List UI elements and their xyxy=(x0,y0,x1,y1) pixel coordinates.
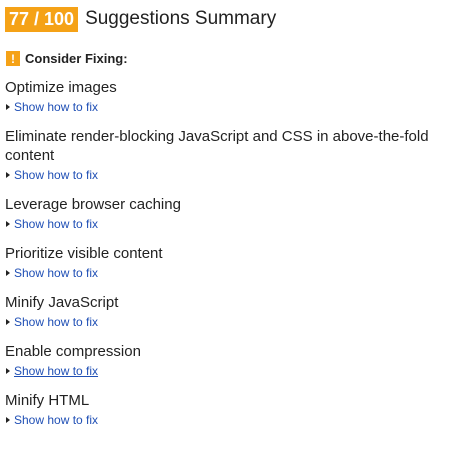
rules-list: Optimize images Show how to fix Eliminat… xyxy=(5,78,460,440)
rule-title: Minify HTML xyxy=(5,392,90,409)
rule-title: Enable compression xyxy=(5,343,141,360)
rule-title: Leverage browser caching xyxy=(5,196,181,213)
expand-triangle-icon xyxy=(6,104,10,110)
consider-fixing-heading: ! Consider Fixing: xyxy=(6,51,128,66)
link-label: Show how to fix xyxy=(14,100,99,114)
link-label: Show how to fix xyxy=(14,168,99,182)
rule-item: Eliminate render-blocking JavaScript and… xyxy=(5,127,460,183)
show-how-to-fix-link[interactable]: Show how to fix xyxy=(5,99,460,115)
expand-triangle-icon xyxy=(6,270,10,276)
score-badge: 77 / 100 xyxy=(5,6,79,32)
rule-item: Optimize images Show how to fix xyxy=(5,78,460,115)
rule-title: Eliminate render-blocking JavaScript and… xyxy=(5,128,429,164)
rule-item: Prioritize visible content Show how to f… xyxy=(5,244,460,281)
rule-item: Leverage browser caching Show how to fix xyxy=(5,195,460,232)
show-how-to-fix-link[interactable]: Show how to fix xyxy=(5,363,460,379)
link-label: Show how to fix xyxy=(14,364,99,378)
expand-triangle-icon xyxy=(6,368,10,374)
expand-triangle-icon xyxy=(6,319,10,325)
show-how-to-fix-link[interactable]: Show how to fix xyxy=(5,314,460,330)
expand-triangle-icon xyxy=(6,417,10,423)
section-label: Consider Fixing: xyxy=(25,51,128,66)
show-how-to-fix-link[interactable]: Show how to fix xyxy=(5,216,460,232)
rule-item: Enable compression Show how to fix xyxy=(5,342,460,379)
rule-item: Minify JavaScript Show how to fix xyxy=(5,293,460,330)
link-label: Show how to fix xyxy=(14,315,99,329)
show-how-to-fix-link[interactable]: Show how to fix xyxy=(5,265,460,281)
link-label: Show how to fix xyxy=(14,413,99,427)
expand-triangle-icon xyxy=(6,221,10,227)
page-title: Suggestions Summary xyxy=(85,8,277,29)
expand-triangle-icon xyxy=(6,172,10,178)
link-label: Show how to fix xyxy=(14,217,99,231)
warning-icon: ! xyxy=(6,51,20,66)
show-how-to-fix-link[interactable]: Show how to fix xyxy=(5,167,460,183)
rule-title: Prioritize visible content xyxy=(5,245,163,262)
rule-title: Minify JavaScript xyxy=(5,294,119,311)
rule-item: Minify HTML Show how to fix xyxy=(5,391,460,428)
show-how-to-fix-link[interactable]: Show how to fix xyxy=(5,412,460,428)
link-label: Show how to fix xyxy=(14,266,99,280)
rule-title: Optimize images xyxy=(5,79,117,96)
summary-header: 77 / 100 Suggestions Summary xyxy=(5,5,276,33)
